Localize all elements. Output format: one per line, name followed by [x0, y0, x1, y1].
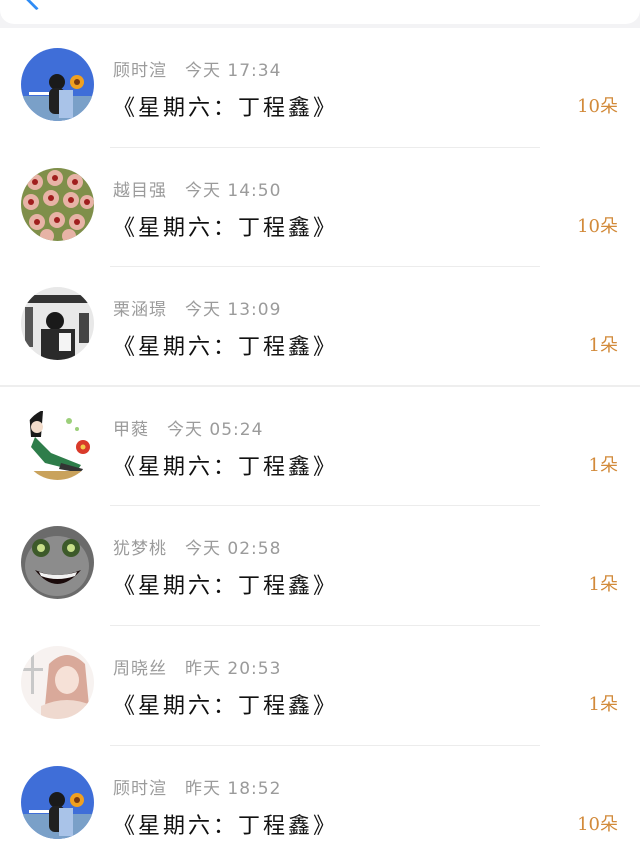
message-title: 《星期六：丁程鑫》 [113, 574, 339, 600]
avatar[interactable] [21, 406, 94, 480]
list-item[interactable]: 犹梦桃 今天 02:58 《星期六：丁程鑫》 1朵 [0, 506, 640, 626]
list-item[interactable]: 周晓丝 昨天 20:53 《星期六：丁程鑫》 1朵 [0, 625, 640, 746]
message-title: 《星期六：丁程鑫》 [113, 335, 339, 361]
message-list: 顾时渲 今天 17:34 《星期六：丁程鑫》 10朵 越目强 今天 14:50 … [0, 28, 640, 865]
message-time: 昨天 20:53 [185, 658, 282, 679]
avatar[interactable] [21, 167, 94, 241]
list-item[interactable]: 越目强 今天 14:50 《星期六：丁程鑫》 10朵 [0, 147, 640, 268]
girl-with-sunflower-icon [21, 765, 94, 839]
sender-meta: 顾时渲 今天 17:34 [113, 56, 281, 81]
sender-meta: 栗涵璟 今天 13:09 [113, 295, 281, 320]
sender-name: 越目强 [113, 180, 167, 201]
avatar[interactable] [21, 765, 94, 839]
sender-meta: 越目强 今天 14:50 [113, 176, 281, 201]
girl-with-sunflower-icon [21, 48, 94, 121]
message-title: 《星期六：丁程鑫》 [113, 693, 339, 719]
pink-hair-girl-icon [21, 645, 94, 719]
sender-meta: 周晓丝 昨天 20:53 [113, 654, 281, 679]
flower-count: 10朵 [577, 96, 618, 117]
list-item[interactable]: 栗涵璟 今天 13:09 《星期六：丁程鑫》 1朵 [0, 267, 640, 387]
list-item[interactable]: 甲蕤 今天 05:24 《星期六：丁程鑫》 1朵 [0, 386, 640, 507]
flower-cluster-icon [21, 167, 94, 241]
sender-name: 顾时渲 [113, 778, 167, 799]
sender-meta: 顾时渲 昨天 18:52 [113, 774, 281, 799]
message-time: 今天 05:24 [167, 419, 264, 440]
back-arrow-icon[interactable] [24, 0, 49, 11]
flower-count: 10朵 [577, 813, 618, 835]
flower-count: 10朵 [577, 215, 618, 237]
sender-name: 甲蕤 [113, 419, 149, 440]
bw-person-icon [21, 287, 94, 361]
sender-name: 栗涵璟 [113, 300, 167, 321]
avatar[interactable] [21, 526, 94, 600]
avatar[interactable] [21, 645, 94, 719]
sender-meta: 犹梦桃 今天 02:58 [113, 534, 281, 559]
message-time: 今天 02:58 [185, 539, 282, 560]
message-title: 《星期六：丁程鑫》 [113, 96, 339, 121]
flower-count: 1朵 [588, 574, 618, 596]
message-title: 《星期六：丁程鑫》 [113, 454, 339, 480]
list-item[interactable]: 顾时渲 今天 17:34 《星期六：丁程鑫》 10朵 [0, 28, 640, 148]
sender-meta: 甲蕤 今天 05:24 [113, 415, 263, 440]
flower-count: 1朵 [588, 693, 618, 715]
sender-name: 周晓丝 [113, 658, 167, 679]
avatar[interactable] [21, 287, 94, 361]
message-time: 今天 14:50 [185, 180, 282, 201]
creepy-face-icon [21, 526, 94, 600]
top-bar [0, 0, 640, 24]
message-time: 今天 13:09 [185, 300, 282, 321]
anime-girl-flowers-icon [21, 406, 94, 480]
flower-count: 1朵 [588, 335, 618, 357]
avatar[interactable] [21, 48, 94, 121]
flower-count: 1朵 [588, 454, 618, 476]
message-time: 昨天 18:52 [185, 778, 282, 799]
message-title: 《星期六：丁程鑫》 [113, 813, 339, 839]
list-item[interactable]: 顾时渲 昨天 18:52 《星期六：丁程鑫》 10朵 [0, 745, 640, 865]
sender-name: 犹梦桃 [113, 539, 167, 560]
sender-name: 顾时渲 [113, 61, 167, 81]
message-time: 今天 17:34 [185, 61, 282, 81]
message-title: 《星期六：丁程鑫》 [113, 215, 339, 241]
